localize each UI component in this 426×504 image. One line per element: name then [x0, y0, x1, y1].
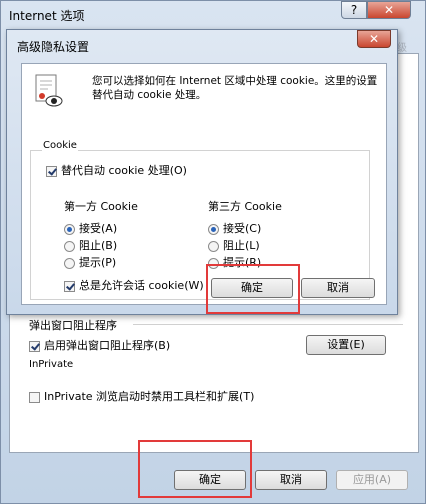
- override-checkbox[interactable]: [46, 165, 57, 177]
- highlight-box-ok: [138, 440, 252, 498]
- privacy-document-icon: [34, 74, 64, 108]
- cookie-group-label: Cookie: [42, 140, 78, 151]
- highlight-box-dialog-ok: [206, 264, 300, 314]
- window-title: Internet 选项: [9, 9, 85, 23]
- question-icon: ?: [350, 3, 358, 17]
- radio-button[interactable]: [64, 257, 75, 269]
- third-party-accept-radio[interactable]: 接受(C): [208, 220, 261, 236]
- popup-blocker-section-label: 弹出窗口阻止程序: [29, 319, 117, 332]
- radio-label: 接受(A): [79, 222, 118, 235]
- section-divider: [133, 324, 403, 325]
- radio-label: 提示(P): [79, 256, 117, 269]
- close-icon: ✕: [368, 32, 380, 46]
- inprivate-checkbox-label: InPrivate 浏览启动时禁用工具栏和扩展(T): [44, 390, 255, 403]
- popup-blocker-checkbox[interactable]: [29, 340, 40, 352]
- radio-button[interactable]: [64, 240, 75, 252]
- override-checkbox-label: 替代自动 cookie 处理(O): [61, 164, 187, 177]
- popup-settings-button[interactable]: 设置(E): [306, 335, 386, 355]
- dialog-cancel-button[interactable]: 取消: [301, 278, 375, 298]
- third-party-cookie-title: 第三方 Cookie: [208, 200, 282, 213]
- radio-label: 阻止(L): [223, 239, 260, 252]
- first-party-cookie-title: 第一方 Cookie: [64, 200, 138, 213]
- advanced-privacy-settings-dialog: 高级隐私设置 ✕ 您可以选择如何在 Internet 区域中处理 cookie。…: [6, 29, 398, 315]
- radio-label: 阻止(B): [79, 239, 118, 252]
- popup-blocker-checkbox-row[interactable]: 启用弹出窗口阻止程序(B): [29, 337, 170, 353]
- session-cookie-checkbox[interactable]: [64, 280, 75, 292]
- first-party-prompt-radio[interactable]: 提示(P): [64, 254, 116, 270]
- dialog-title: 高级隐私设置: [17, 40, 90, 54]
- session-cookie-checkbox-row[interactable]: 总是允许会话 cookie(W): [64, 277, 204, 293]
- help-button[interactable]: ?: [341, 1, 367, 19]
- radio-label: 接受(C): [223, 222, 262, 235]
- first-party-accept-radio[interactable]: 接受(A): [64, 220, 117, 236]
- close-icon: ✕: [383, 3, 395, 17]
- inprivate-section-label: InPrivate: [29, 359, 74, 370]
- third-party-block-radio[interactable]: 阻止(L): [208, 237, 260, 253]
- cancel-button[interactable]: 取消: [255, 470, 327, 490]
- radio-button[interactable]: [208, 240, 219, 252]
- dialog-body: 您可以选择如何在 Internet 区域中处理 cookie。这里的设置替代自动…: [21, 63, 387, 305]
- popup-blocker-checkbox-label: 启用弹出窗口阻止程序(B): [44, 339, 171, 352]
- radio-button[interactable]: [64, 223, 75, 235]
- radio-button[interactable]: [208, 223, 219, 235]
- inprivate-checkbox-row[interactable]: InPrivate 浏览启动时禁用工具栏和扩展(T): [29, 388, 254, 404]
- inprivate-checkbox[interactable]: [29, 391, 40, 403]
- dialog-description: 您可以选择如何在 Internet 区域中处理 cookie。这里的设置替代自动…: [92, 75, 378, 101]
- first-party-block-radio[interactable]: 阻止(B): [64, 237, 117, 253]
- override-checkbox-row[interactable]: 替代自动 cookie 处理(O): [46, 162, 187, 178]
- session-cookie-checkbox-label: 总是允许会话 cookie(W): [79, 279, 204, 292]
- apply-button[interactable]: 应用(A): [336, 470, 408, 490]
- close-button[interactable]: ✕: [367, 1, 411, 19]
- dialog-close-button[interactable]: ✕: [357, 30, 391, 48]
